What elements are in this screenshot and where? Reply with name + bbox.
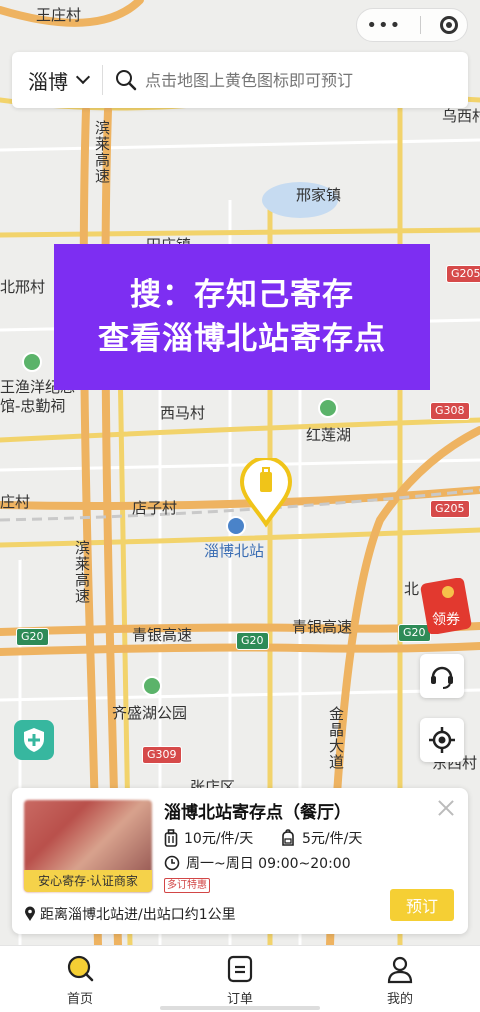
close-miniprogram-icon[interactable] [439, 16, 458, 34]
map-label: 西马村 [160, 404, 206, 422]
tab-home[interactable]: 首页 [20, 946, 140, 1012]
certified-badge: 安心寄存·认证商家 [24, 870, 152, 892]
tab-orders-label: 订单 [226, 992, 253, 1007]
tab-profile[interactable]: 我的 [340, 946, 460, 1012]
hours: 周一~周日 09:00~20:00 [164, 853, 351, 873]
more-icon[interactable]: ••• [366, 15, 401, 36]
map-label: 青银高速 [132, 626, 193, 644]
park-icon [318, 398, 338, 418]
safety-button[interactable] [14, 720, 54, 760]
storage-location-pin-icon[interactable] [240, 458, 292, 528]
search-input[interactable] [145, 70, 468, 90]
map-label: 乌西村 [442, 107, 480, 125]
search-icon [67, 955, 94, 982]
park-icon [142, 676, 162, 696]
tab-profile-label: 我的 [386, 992, 413, 1007]
map-label: 青银高速 [292, 618, 353, 636]
user-icon [387, 956, 413, 984]
distance-text: 距离淄博北站进/出站口约1公里 [40, 907, 236, 923]
search-icon [116, 70, 137, 91]
shield-plus-icon [24, 728, 44, 752]
station-label: 淄博北站 [204, 542, 265, 560]
locate-button[interactable] [420, 718, 464, 762]
promo-banner: 搜：存知己寄存 查看淄博北站寄存点 [54, 244, 430, 390]
promo-line-2: 查看淄博北站寄存点 [98, 321, 386, 357]
coupon-badge[interactable]: 领券 [414, 578, 480, 634]
chevron-down-icon [75, 69, 91, 85]
map-label: 庄村 [0, 493, 31, 511]
road-shield: G205 [430, 500, 470, 518]
road-shield: G205 [446, 265, 480, 283]
discount-tag: 多订特惠 [164, 878, 210, 893]
price-bag-text: 5元/件/天 [302, 831, 363, 847]
road-shield: G308 [430, 402, 470, 420]
search-bar: 淄博 [12, 52, 468, 108]
map-label: 滨莱高速 [73, 540, 91, 604]
map-label: 北邢村 [0, 278, 46, 296]
headset-icon [431, 666, 453, 689]
storage-card[interactable]: 安心寄存·认证商家 淄博北站寄存点（餐厅） 10元/件/天 5元/件/天 周一~… [12, 788, 468, 934]
location-icon [25, 906, 35, 921]
luggage-icon [164, 829, 178, 847]
store-title: 淄博北站寄存点（餐厅） [164, 803, 351, 823]
price-luggage-text: 10元/件/天 [184, 831, 254, 847]
book-button[interactable]: 预订 [390, 889, 454, 921]
coupon-label: 领券 [432, 612, 460, 628]
tab-bar: 首页 订单 我的 [0, 945, 480, 1012]
price-luggage: 10元/件/天 [164, 828, 253, 848]
city-name: 淄博 [28, 69, 68, 94]
city-selector[interactable]: 淄博 [28, 66, 91, 95]
orders-icon [227, 955, 253, 983]
close-icon[interactable] [436, 798, 456, 818]
map-label: 齐盛湖公园 [112, 704, 188, 722]
map-label: 红莲湖 [306, 426, 352, 444]
clock-icon [164, 855, 180, 871]
map-label: 邢家镇 [296, 186, 342, 204]
price-bag: 5元/件/天 [280, 828, 362, 848]
promo-line-1: 搜：存知己寄存 [130, 277, 354, 313]
map-label: 金晶大道 [327, 706, 345, 770]
tab-orders[interactable]: 订单 [180, 946, 300, 1012]
map-label: 王庄村 [36, 6, 82, 24]
road-shield: G20 [236, 632, 269, 650]
road-shield: G309 [142, 746, 182, 764]
camera-icon [22, 352, 42, 372]
map-label: 滨莱高速 [93, 120, 111, 184]
home-indicator [160, 1006, 320, 1010]
map-label: 店子村 [132, 499, 178, 517]
road-shield: G20 [16, 628, 49, 646]
distance-info: 距离淄博北站进/出站口约1公里 [24, 904, 236, 924]
customer-service-button[interactable] [420, 654, 464, 698]
miniprogram-capsule[interactable]: ••• [356, 8, 468, 42]
map-label: 馆-忠勤祠 [0, 397, 66, 415]
backpack-icon [282, 829, 294, 846]
capsule-divider [419, 16, 421, 34]
hours-text: 周一~周日 09:00~20:00 [186, 856, 351, 872]
locate-icon [429, 727, 455, 753]
search-divider [102, 65, 103, 95]
tab-home-label: 首页 [66, 992, 93, 1007]
